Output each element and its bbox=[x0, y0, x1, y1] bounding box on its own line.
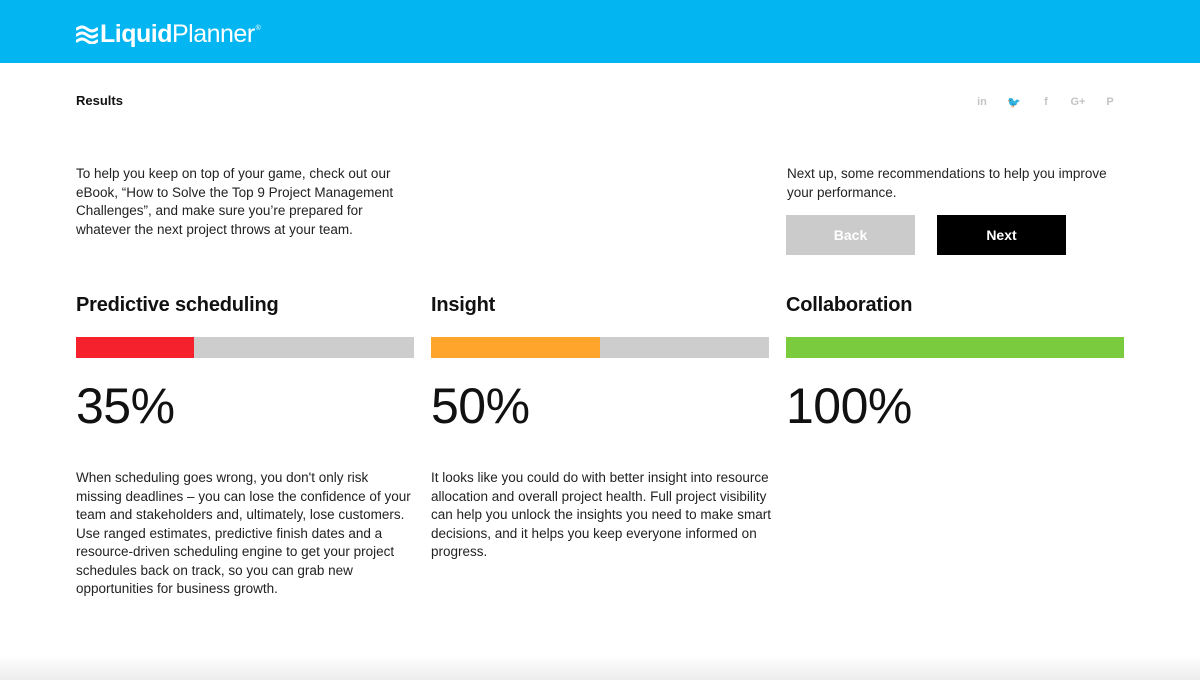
results-heading: Results bbox=[76, 93, 123, 108]
category-title: Insight bbox=[431, 294, 496, 316]
pinterest-icon[interactable]: P bbox=[1094, 93, 1126, 111]
liquidplanner-logo[interactable]: Liquid Planner ® bbox=[76, 19, 261, 48]
category-description: It looks like you could do with better i… bbox=[431, 470, 771, 559]
score-percent: 35% bbox=[76, 378, 175, 434]
page-bottom-shadow bbox=[0, 655, 1200, 680]
category-title: Predictive scheduling bbox=[76, 294, 279, 316]
back-button[interactable]: Back bbox=[786, 215, 915, 255]
twitter-icon[interactable]: 🐦 bbox=[998, 93, 1030, 111]
social-share-bar: in 🐦 f G+ P bbox=[966, 93, 1126, 111]
category-description: When scheduling goes wrong, you don't on… bbox=[76, 470, 411, 596]
registered-mark: ® bbox=[255, 25, 261, 32]
google-plus-icon[interactable]: G+ bbox=[1062, 93, 1094, 111]
score-progress-fill bbox=[431, 337, 600, 358]
logo-text-light: Planner bbox=[171, 19, 255, 48]
waves-icon bbox=[76, 25, 98, 44]
score-progress-bar bbox=[431, 337, 769, 358]
score-percent: 50% bbox=[431, 378, 530, 434]
linkedin-icon[interactable]: in bbox=[966, 93, 998, 111]
score-percent: 100% bbox=[786, 378, 912, 434]
category-insight: Insight 50% It looks like you could do w… bbox=[431, 294, 771, 562]
category-collaboration: Collaboration 100% bbox=[786, 294, 1124, 469]
facebook-icon[interactable]: f bbox=[1030, 93, 1062, 111]
top-bar: Liquid Planner ® bbox=[0, 0, 1200, 63]
category-predictive-scheduling: Predictive scheduling 35% When schedulin… bbox=[76, 294, 414, 599]
next-up-text: Next up, some recommendations to help yo… bbox=[787, 166, 1107, 200]
score-progress-bar bbox=[786, 337, 1124, 358]
ebook-intro-text: To help you keep on top of your game, ch… bbox=[76, 166, 394, 237]
logo-text-bold: Liquid bbox=[100, 19, 172, 48]
score-progress-fill bbox=[76, 337, 195, 358]
next-button[interactable]: Next bbox=[937, 215, 1066, 255]
score-progress-bar bbox=[76, 337, 414, 358]
score-progress-fill bbox=[786, 337, 1124, 358]
category-title: Collaboration bbox=[786, 294, 913, 316]
